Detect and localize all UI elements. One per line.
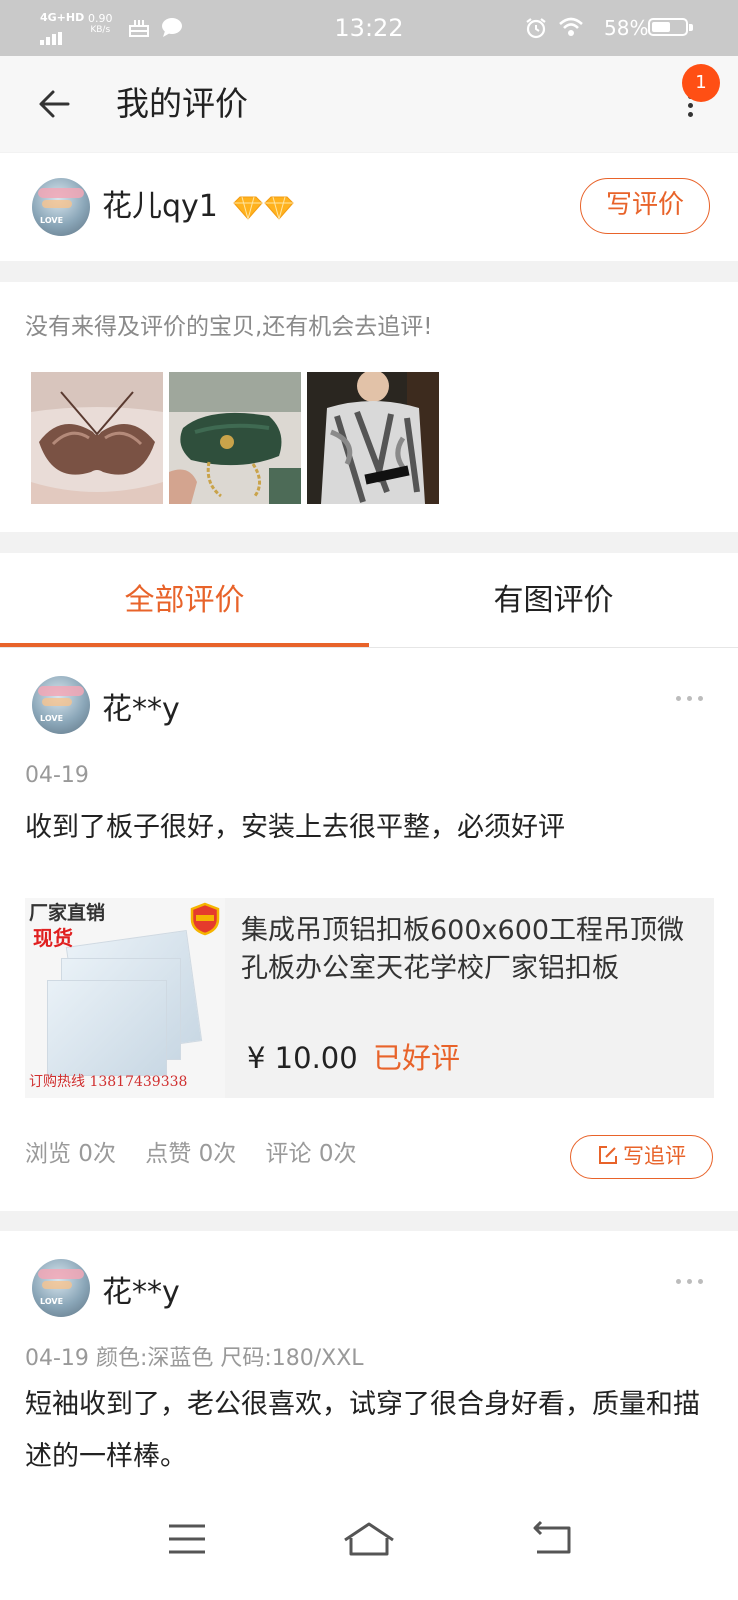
review-stats: 浏览 0次 点赞 0次 评论 0次 xyxy=(25,1138,378,1170)
printed-tshirt-thumbnail[interactable] xyxy=(307,372,439,504)
alarm-icon xyxy=(524,16,548,44)
vip-diamond-icon xyxy=(233,196,294,221)
wifi-icon xyxy=(558,16,584,42)
review-card: LOVE 花**y 04-19 收到了板子很好，安装上去很平整，必须好评 厂家直… xyxy=(0,648,738,1211)
review-more-button[interactable] xyxy=(672,1271,708,1291)
write-followup-label: 写追评 xyxy=(623,1144,686,1168)
review-more-button[interactable] xyxy=(672,688,708,708)
user-card: LOVE 花儿qy1 写评价 xyxy=(0,153,738,261)
review-status: 已好评 xyxy=(373,1041,461,1075)
tab-photo-reviews[interactable]: 有图评价 xyxy=(369,553,738,647)
write-followup-button[interactable]: 写追评 xyxy=(570,1135,713,1179)
views-count: 浏览 0次 xyxy=(25,1141,116,1167)
return-icon xyxy=(533,1520,571,1554)
review-date: 04-19 xyxy=(25,763,89,788)
reviewer-avatar[interactable]: LOVE xyxy=(32,1259,90,1317)
review-date: 04-19 xyxy=(25,1346,89,1371)
product-image-stock-tag: 现货 xyxy=(33,926,73,950)
shield-icon xyxy=(190,902,220,936)
product-price: ¥ 10.00 xyxy=(247,1041,358,1075)
tab-all-reviews[interactable]: 全部评价 xyxy=(0,553,369,647)
review-tabs: 全部评价 有图评价 xyxy=(0,553,738,648)
product-card[interactable]: 厂家直销 现货 订购热线 13817439338 集成吊顶铝扣板600x600工… xyxy=(25,898,714,1098)
review-text: 短袖收到了，老公很喜欢，试穿了很合身好看，质量和描述的一样棒。 xyxy=(25,1389,700,1472)
write-review-button[interactable]: 写评价 xyxy=(580,178,710,234)
review-card: LOVE 花**y 04-19 颜色:深蓝色 尺码:180/XXL 短袖收到了，… xyxy=(0,1231,738,1480)
product-image-hotline: 订购热线 13817439338 xyxy=(29,1074,188,1090)
notification-badge[interactable]: 1 xyxy=(682,64,720,102)
status-bar: 4G+HD 0.90 KB/s 13:22 58% xyxy=(0,0,738,56)
lace-bra-thumbnail[interactable] xyxy=(31,372,163,504)
pending-prompt: 没有来得及评价的宝贝,还有机会去追评! xyxy=(25,314,433,340)
product-image-badge: 厂家直销 xyxy=(29,902,106,924)
likes-count: 点赞 0次 xyxy=(145,1141,237,1167)
back-nav-button[interactable] xyxy=(521,1514,581,1564)
green-handbag-thumbnail[interactable] xyxy=(169,372,301,504)
menu-icon xyxy=(169,1524,205,1554)
review-sku: 颜色:深蓝色 尺码:180/XXL xyxy=(95,1346,364,1371)
comments-count: 评论 0次 xyxy=(265,1141,357,1167)
reviewer-name: 花**y xyxy=(102,1275,180,1310)
battery-icon xyxy=(648,18,693,36)
active-tab-indicator xyxy=(0,643,369,647)
edit-icon xyxy=(599,1146,617,1164)
back-button[interactable] xyxy=(34,82,78,126)
review-text: 收到了板子很好，安装上去很平整，必须好评 xyxy=(25,812,565,843)
back-arrow-icon xyxy=(39,90,70,118)
pending-reviews-section: 没有来得及评价的宝贝,还有机会去追评! xyxy=(0,282,738,532)
battery-percentage: 58% xyxy=(604,16,649,40)
system-navigation-bar xyxy=(0,1480,738,1600)
avatar[interactable]: LOVE xyxy=(32,178,90,236)
review-meta: 04-19 颜色:深蓝色 尺码:180/XXL xyxy=(25,1345,364,1373)
page-title: 我的评价 xyxy=(116,84,248,123)
home-icon xyxy=(344,1522,394,1556)
user-name: 花儿qy1 xyxy=(102,189,218,224)
menu-button[interactable] xyxy=(157,1514,217,1564)
header: 我的评价 1 xyxy=(0,56,738,152)
reviewer-name: 花**y xyxy=(102,692,180,727)
home-button[interactable] xyxy=(339,1514,399,1564)
reviewer-avatar[interactable]: LOVE xyxy=(32,676,90,734)
product-title: 集成吊顶铝扣板600x600工程吊顶微孔板办公室天花学校厂家铝扣板 xyxy=(241,915,685,984)
product-image: 厂家直销 现货 订购热线 13817439338 xyxy=(25,898,225,1098)
